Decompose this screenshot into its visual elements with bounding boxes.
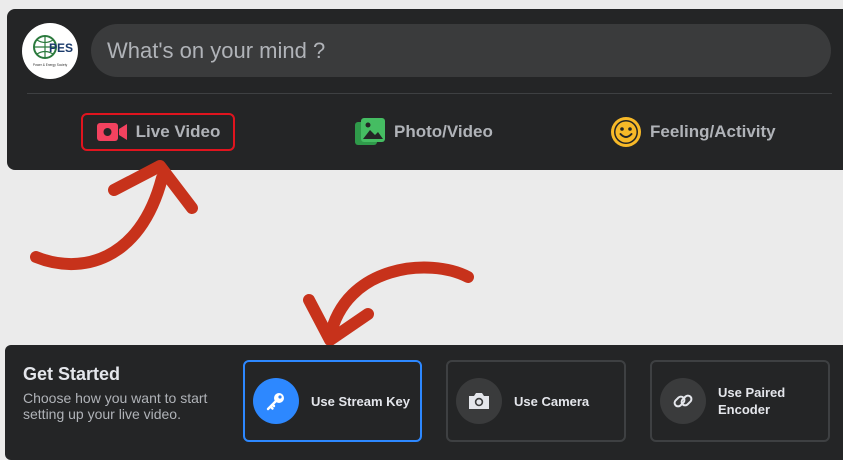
use-camera-option[interactable]: Use Camera (446, 360, 626, 442)
live-video-label: Live Video (135, 122, 221, 141)
smiley-icon (610, 116, 642, 148)
avatar[interactable]: PES Power & Energy Society (22, 23, 78, 79)
arrow-head-2 (303, 294, 374, 346)
avatar-logo-subtext: Power & Energy Society (33, 63, 68, 67)
get-started-title: Get Started (23, 364, 121, 384)
arrow-to-live-video (30, 172, 168, 270)
whats-on-your-mind-input[interactable]: What's on your mind ? (91, 24, 831, 77)
get-started-panel: Get Started Choose how you want to start… (5, 345, 843, 460)
arrow-head-1 (108, 160, 198, 214)
feeling-activity-label: Feeling/Activity (650, 122, 776, 141)
link-icon (660, 378, 706, 424)
divider (27, 93, 832, 94)
use-stream-key-label: Use Stream Key (311, 393, 410, 409)
use-paired-encoder-option[interactable]: Use Paired Encoder (650, 360, 830, 442)
photo-video-button[interactable]: Photo/Video (354, 113, 493, 151)
video-camera-icon (96, 121, 128, 143)
use-stream-key-option[interactable]: Use Stream Key (243, 360, 422, 442)
arrow-to-stream-key (324, 261, 474, 343)
post-composer: PES Power & Energy Society What's on you… (7, 9, 843, 170)
use-paired-encoder-label: Use Paired Encoder (718, 385, 786, 417)
get-started-description: Choose how you want to start setting up … (23, 390, 208, 422)
photo-video-label: Photo/Video (394, 122, 493, 141)
key-icon (253, 378, 299, 424)
use-camera-label: Use Camera (514, 393, 590, 409)
avatar-logo-text: PES (49, 41, 73, 55)
photo-icon (354, 117, 386, 147)
camera-icon (456, 378, 502, 424)
live-video-button[interactable]: Live Video (81, 113, 235, 151)
feeling-activity-button[interactable]: Feeling/Activity (610, 113, 776, 151)
